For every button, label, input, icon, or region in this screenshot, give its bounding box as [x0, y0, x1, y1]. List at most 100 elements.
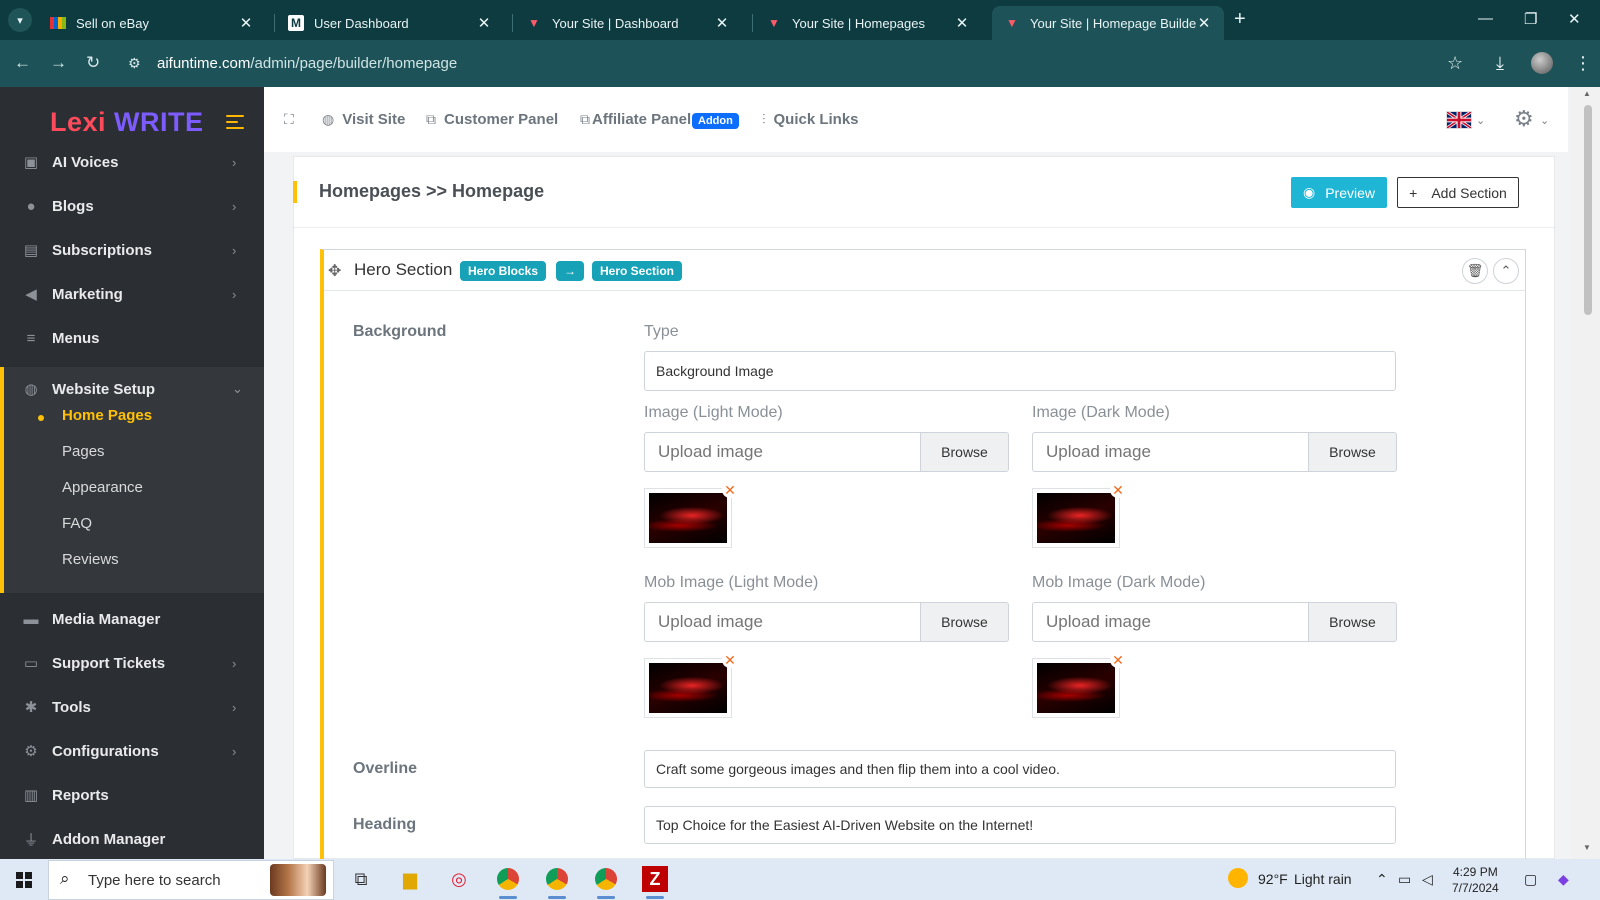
clock[interactable]: 4:29 PM 7/7/2024: [1452, 864, 1499, 896]
filezilla-icon[interactable]: Z: [642, 866, 668, 892]
chevron-down-icon[interactable]: ⌄: [1540, 114, 1549, 127]
upload-input[interactable]: [644, 432, 920, 472]
upload-input[interactable]: [1032, 602, 1308, 642]
ticket-icon: ▭: [23, 655, 39, 672]
heading-field[interactable]: [644, 806, 1396, 844]
tab-homepage-builder[interactable]: ▼ Your Site | Homepage Builder ✕: [992, 6, 1224, 40]
sidebar-subitem-reviews[interactable]: Reviews: [62, 551, 119, 568]
close-icon[interactable]: ✕: [476, 14, 492, 32]
sidebar-item-tools[interactable]: ✱ Tools ›: [0, 685, 264, 729]
window-close-icon[interactable]: ✕: [1568, 10, 1581, 28]
fullscreen-icon[interactable]: ⛶: [284, 111, 302, 128]
sidebar-item-menus[interactable]: ≡ Menus: [0, 316, 264, 360]
chevron-up-icon[interactable]: ⌃: [1493, 258, 1519, 284]
scroll-down-icon[interactable]: ▼: [1583, 843, 1591, 852]
sidebar-subitem-pages[interactable]: Pages: [62, 443, 105, 460]
quick-links-link[interactable]: ⫶ Quick Links: [762, 111, 859, 128]
chrome-icon[interactable]: [593, 866, 619, 892]
visit-site-link[interactable]: ◍ Visit Site: [322, 111, 405, 128]
uk-flag-icon[interactable]: [1446, 110, 1472, 130]
minimize-icon[interactable]: —: [1478, 10, 1493, 27]
file-explorer-icon[interactable]: ▆: [397, 866, 423, 892]
page-scrollbar[interactable]: ▲ ▼: [1570, 87, 1600, 859]
browse-button[interactable]: Browse: [1308, 432, 1397, 472]
remove-icon[interactable]: ✕: [1110, 652, 1126, 668]
customer-panel-link[interactable]: ⧉ Customer Panel: [426, 111, 558, 128]
sidebar-item-subscriptions[interactable]: ▤ Subscriptions ›: [0, 228, 264, 272]
sidebar-item-support-tickets[interactable]: ▭ Support Tickets ›: [0, 641, 264, 685]
chrome-icon[interactable]: [495, 866, 521, 892]
sidebar-item-marketing[interactable]: ◀ Marketing ›: [0, 272, 264, 316]
scrollbar-thumb[interactable]: [1584, 105, 1592, 315]
reload-icon[interactable]: ↻: [86, 53, 100, 73]
chart-icon: ▥: [23, 787, 39, 804]
upload-input[interactable]: [644, 602, 920, 642]
close-icon[interactable]: ✕: [1196, 14, 1212, 32]
url-text[interactable]: aifuntime.com/admin/page/builder/homepag…: [157, 55, 457, 72]
sidebar-subitem-home-pages[interactable]: Home Pages: [62, 407, 152, 424]
remove-icon[interactable]: ✕: [722, 482, 738, 498]
mob-dark-label: Mob Image (Dark Mode): [1032, 574, 1206, 591]
close-icon[interactable]: ✕: [714, 14, 730, 32]
add-section-button[interactable]: + Add Section: [1397, 177, 1519, 208]
copilot-icon[interactable]: ◆: [1558, 871, 1569, 888]
trash-icon[interactable]: 🗑: [1462, 258, 1488, 284]
tab-search-icon[interactable]: ▾: [8, 8, 32, 32]
hero-section-badge: Hero Section: [592, 261, 683, 281]
sidebar-item-reports[interactable]: ▥ Reports: [0, 773, 264, 817]
tab-site-dashboard[interactable]: ▼ Your Site | Dashboard ✕: [514, 6, 742, 40]
site-logo-icon: ▼: [1006, 16, 1018, 30]
browse-button[interactable]: Browse: [920, 602, 1009, 642]
remove-icon[interactable]: ✕: [1110, 482, 1126, 498]
customer-panel-label: Customer Panel: [444, 111, 559, 128]
restore-icon[interactable]: ❐: [1524, 10, 1537, 28]
task-view-icon[interactable]: ⧉: [348, 866, 374, 892]
sidebar-subitem-faq[interactable]: FAQ: [62, 515, 92, 532]
remove-icon[interactable]: ✕: [722, 652, 738, 668]
forward-icon[interactable]: →: [50, 53, 67, 73]
back-icon[interactable]: ←: [14, 53, 31, 73]
sidebar-item-media-manager[interactable]: ▬ Media Manager: [0, 597, 264, 641]
sidebar-item-ai-voices[interactable]: ▣ AI Voices ›: [0, 140, 264, 184]
preview-button[interactable]: ◉ Preview: [1291, 177, 1387, 208]
chrome-icon[interactable]: [544, 866, 570, 892]
drag-handle-icon[interactable]: ✥: [328, 261, 341, 281]
affiliate-panel-link[interactable]: ⧉ Affiliate Panel: [580, 111, 691, 128]
windows-start-icon[interactable]: [16, 872, 32, 888]
type-field[interactable]: [644, 351, 1396, 391]
site-info-icon[interactable]: ⚙: [128, 55, 141, 72]
sidebar-item-addon-manager[interactable]: ⏚ Addon Manager: [0, 817, 264, 859]
sidebar-item-configurations[interactable]: ⚙ Configurations ›: [0, 729, 264, 773]
profile-avatar[interactable]: [1531, 52, 1553, 74]
preview-image: [649, 493, 727, 543]
tab-site-homepages[interactable]: ▼ Your Site | Homepages ✕: [754, 6, 982, 40]
sidebar-item-website-setup[interactable]: ◍ Website Setup ⌄: [0, 367, 264, 411]
network-icon[interactable]: ▭: [1398, 871, 1411, 888]
tab-user-dashboard[interactable]: M User Dashboard ✕: [276, 6, 504, 40]
upload-input[interactable]: [1032, 432, 1308, 472]
sidebar-item-blogs[interactable]: ● Blogs ›: [0, 184, 264, 228]
app-icon[interactable]: ◎: [446, 866, 472, 892]
bookmark-star-icon[interactable]: ☆: [1447, 53, 1463, 74]
overline-field[interactable]: [644, 750, 1396, 788]
volume-icon[interactable]: ◁: [1422, 871, 1433, 888]
download-icon[interactable]: ⤓: [1496, 53, 1504, 74]
chevron-up-icon[interactable]: ⌃: [1376, 871, 1388, 888]
close-icon[interactable]: ✕: [954, 14, 970, 32]
chevron-down-icon[interactable]: ⌄: [1476, 114, 1485, 127]
sidebar-toggle-icon[interactable]: [226, 115, 244, 133]
app-logo[interactable]: Lexi WRITE: [50, 107, 204, 138]
weather-condition[interactable]: Light rain: [1294, 871, 1352, 887]
chevron-right-icon: ›: [232, 286, 237, 302]
browse-button[interactable]: Browse: [920, 432, 1009, 472]
notifications-icon[interactable]: ▢: [1524, 871, 1537, 888]
settings-gear-icon[interactable]: ⚙: [1514, 106, 1534, 132]
sidebar-subitem-appearance[interactable]: Appearance: [62, 479, 143, 496]
temperature[interactable]: 92°F: [1258, 871, 1288, 887]
tab-sell-on-ebay[interactable]: Sell on eBay ✕: [38, 6, 266, 40]
browse-button[interactable]: Browse: [1308, 602, 1397, 642]
scroll-up-icon[interactable]: ▲: [1583, 89, 1591, 98]
browser-menu-icon[interactable]: ⋮: [1574, 53, 1592, 74]
new-tab-icon[interactable]: +: [1234, 9, 1246, 29]
close-icon[interactable]: ✕: [238, 14, 254, 32]
